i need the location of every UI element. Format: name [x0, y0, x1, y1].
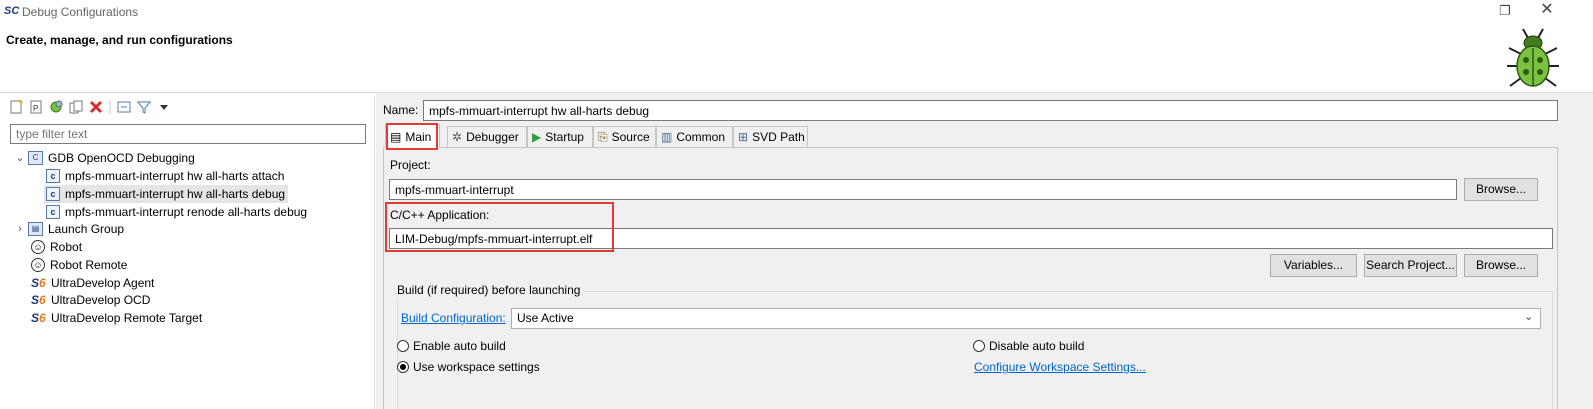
- expand-chevron-icon[interactable]: ⌄: [14, 149, 26, 167]
- new-prototype-icon[interactable]: P: [28, 99, 44, 115]
- application-browse-button[interactable]: Browse...: [1464, 254, 1538, 277]
- filter-icon[interactable]: [136, 99, 152, 115]
- tree-item-label: UltraDevelop OCD: [51, 293, 151, 307]
- name-label: Name:: [383, 103, 419, 117]
- tree-item-ultradevelop-remote[interactable]: S6 UltraDevelop Remote Target: [31, 309, 202, 327]
- window-title: Debug Configurations: [22, 5, 139, 19]
- ultradevelop-icon: S6: [31, 276, 46, 290]
- tree-item-hw-debug-selected[interactable]: c mpfs-mmuart-interrupt hw all-harts deb…: [44, 185, 289, 203]
- tree-item-label: mpfs-mmuart-interrupt hw all-harts attac…: [65, 169, 285, 183]
- config-file-icon: c: [46, 169, 60, 183]
- search-project-button[interactable]: Search Project...: [1364, 254, 1457, 277]
- config-file-icon: c: [46, 187, 60, 201]
- tab-svd-path[interactable]: ⊞ SVD Path: [733, 126, 808, 147]
- project-label: Project:: [390, 158, 431, 172]
- tree-item-hw-attach[interactable]: c mpfs-mmuart-interrupt hw all-harts att…: [46, 167, 284, 185]
- tab-common[interactable]: ▥ Common: [656, 126, 733, 147]
- tab-label: SVD Path: [752, 130, 805, 144]
- tree-item-robot[interactable]: ☺ Robot: [31, 238, 82, 256]
- new-configuration-icon[interactable]: [8, 99, 24, 115]
- toolbar-separator: [108, 99, 112, 115]
- svd-path-tab-icon: ⊞: [738, 130, 749, 144]
- svg-text:P: P: [33, 104, 38, 113]
- tree-item-renode-debug[interactable]: c mpfs-mmuart-interrupt renode all-harts…: [46, 203, 307, 221]
- collapse-all-icon[interactable]: [116, 99, 132, 115]
- tree-item-ultradevelop-agent[interactable]: S6 UltraDevelop Agent: [31, 274, 154, 292]
- app-logo: SC: [4, 5, 20, 17]
- tree-item-label: UltraDevelop Agent: [51, 276, 155, 290]
- tree-item-label: Launch Group: [48, 222, 125, 236]
- tab-startup[interactable]: ▶ Startup: [527, 126, 593, 147]
- tab-label: Common: [676, 130, 726, 144]
- tab-debugger[interactable]: ✲ Debugger: [447, 126, 527, 147]
- dialog-header-title: Create, manage, and run configurations: [6, 33, 233, 47]
- dialog-header: [0, 24, 1593, 92]
- debugger-tab-icon: ✲: [452, 130, 463, 144]
- project-browse-button[interactable]: Browse...: [1464, 178, 1538, 201]
- tree-item-gdb-openocd[interactable]: ⌄ C GDB OpenOCD Debugging: [14, 149, 195, 167]
- tree-item-label: mpfs-mmuart-interrupt hw all-harts debug: [65, 187, 286, 201]
- delete-configuration-icon[interactable]: [88, 99, 104, 115]
- restore-window-button[interactable]: ❐: [1497, 3, 1513, 19]
- build-group-label: Build (if required) before launching: [397, 283, 585, 297]
- enable-auto-build-label: Enable auto build: [413, 339, 506, 353]
- duplicate-configuration-icon[interactable]: [68, 99, 84, 115]
- tab-source[interactable]: ⎘ Source: [593, 126, 656, 147]
- bug-icon: [1507, 28, 1559, 87]
- main-tab-highlight: [386, 123, 438, 150]
- ultradevelop-icon: S6: [31, 311, 46, 325]
- use-workspace-settings-label: Use workspace settings: [413, 360, 540, 374]
- tree-item-label: Robot: [50, 240, 83, 254]
- filter-input[interactable]: [10, 124, 366, 144]
- variables-button[interactable]: Variables...: [1270, 254, 1357, 277]
- tree-item-launch-group[interactable]: › ▤ Launch Group: [14, 220, 124, 238]
- tab-strip-border: [383, 147, 1558, 148]
- tree-item-ultradevelop-ocd[interactable]: S6 UltraDevelop OCD: [31, 291, 150, 309]
- build-configuration-select[interactable]: Use Active: [511, 308, 1541, 329]
- enable-auto-build-radio[interactable]: [397, 340, 409, 352]
- launch-group-icon: ▤: [28, 222, 43, 236]
- close-window-button[interactable]: ✕: [1538, 1, 1556, 19]
- chevron-down-icon[interactable]: ⌄: [1524, 310, 1533, 323]
- use-workspace-settings-radio[interactable]: [397, 361, 409, 373]
- tab-label: Source: [611, 130, 650, 144]
- tab-label: Debugger: [466, 130, 519, 144]
- gdb-config-icon: C: [28, 151, 43, 165]
- build-configuration-link[interactable]: Build Configuration:: [401, 311, 506, 325]
- disable-auto-build-radio[interactable]: [973, 340, 985, 352]
- configuration-name-input[interactable]: [423, 100, 1558, 121]
- robot-icon: ☺: [31, 258, 45, 272]
- tree-item-label: GDB OpenOCD Debugging: [48, 151, 195, 165]
- application-highlight: [385, 202, 614, 252]
- source-tab-icon: ⎘: [598, 129, 608, 144]
- tree-item-label: mpfs-mmuart-interrupt renode all-harts d…: [65, 205, 308, 219]
- collapsed-chevron-icon[interactable]: ›: [14, 220, 26, 238]
- filter-menu-dropdown-icon[interactable]: [156, 99, 172, 115]
- common-tab-icon: ▥: [661, 130, 673, 144]
- title-bar: [0, 0, 1593, 24]
- config-toolbar: P: [8, 98, 172, 116]
- tree-item-label: Robot Remote: [50, 258, 128, 272]
- robot-icon: ☺: [31, 240, 45, 254]
- tab-label: Startup: [545, 130, 584, 144]
- radio-selected-dot: [400, 364, 406, 370]
- export-configuration-icon[interactable]: [48, 99, 64, 115]
- configure-workspace-settings-link[interactable]: Configure Workspace Settings...: [974, 360, 1146, 374]
- startup-tab-icon: ▶: [532, 130, 542, 144]
- tree-item-label: UltraDevelop Remote Target: [51, 311, 203, 325]
- ultradevelop-icon: S6: [31, 293, 46, 307]
- tree-item-robot-remote[interactable]: ☺ Robot Remote: [31, 256, 127, 274]
- project-input[interactable]: [389, 179, 1457, 200]
- config-file-icon: c: [46, 205, 60, 219]
- disable-auto-build-label: Disable auto build: [989, 339, 1085, 353]
